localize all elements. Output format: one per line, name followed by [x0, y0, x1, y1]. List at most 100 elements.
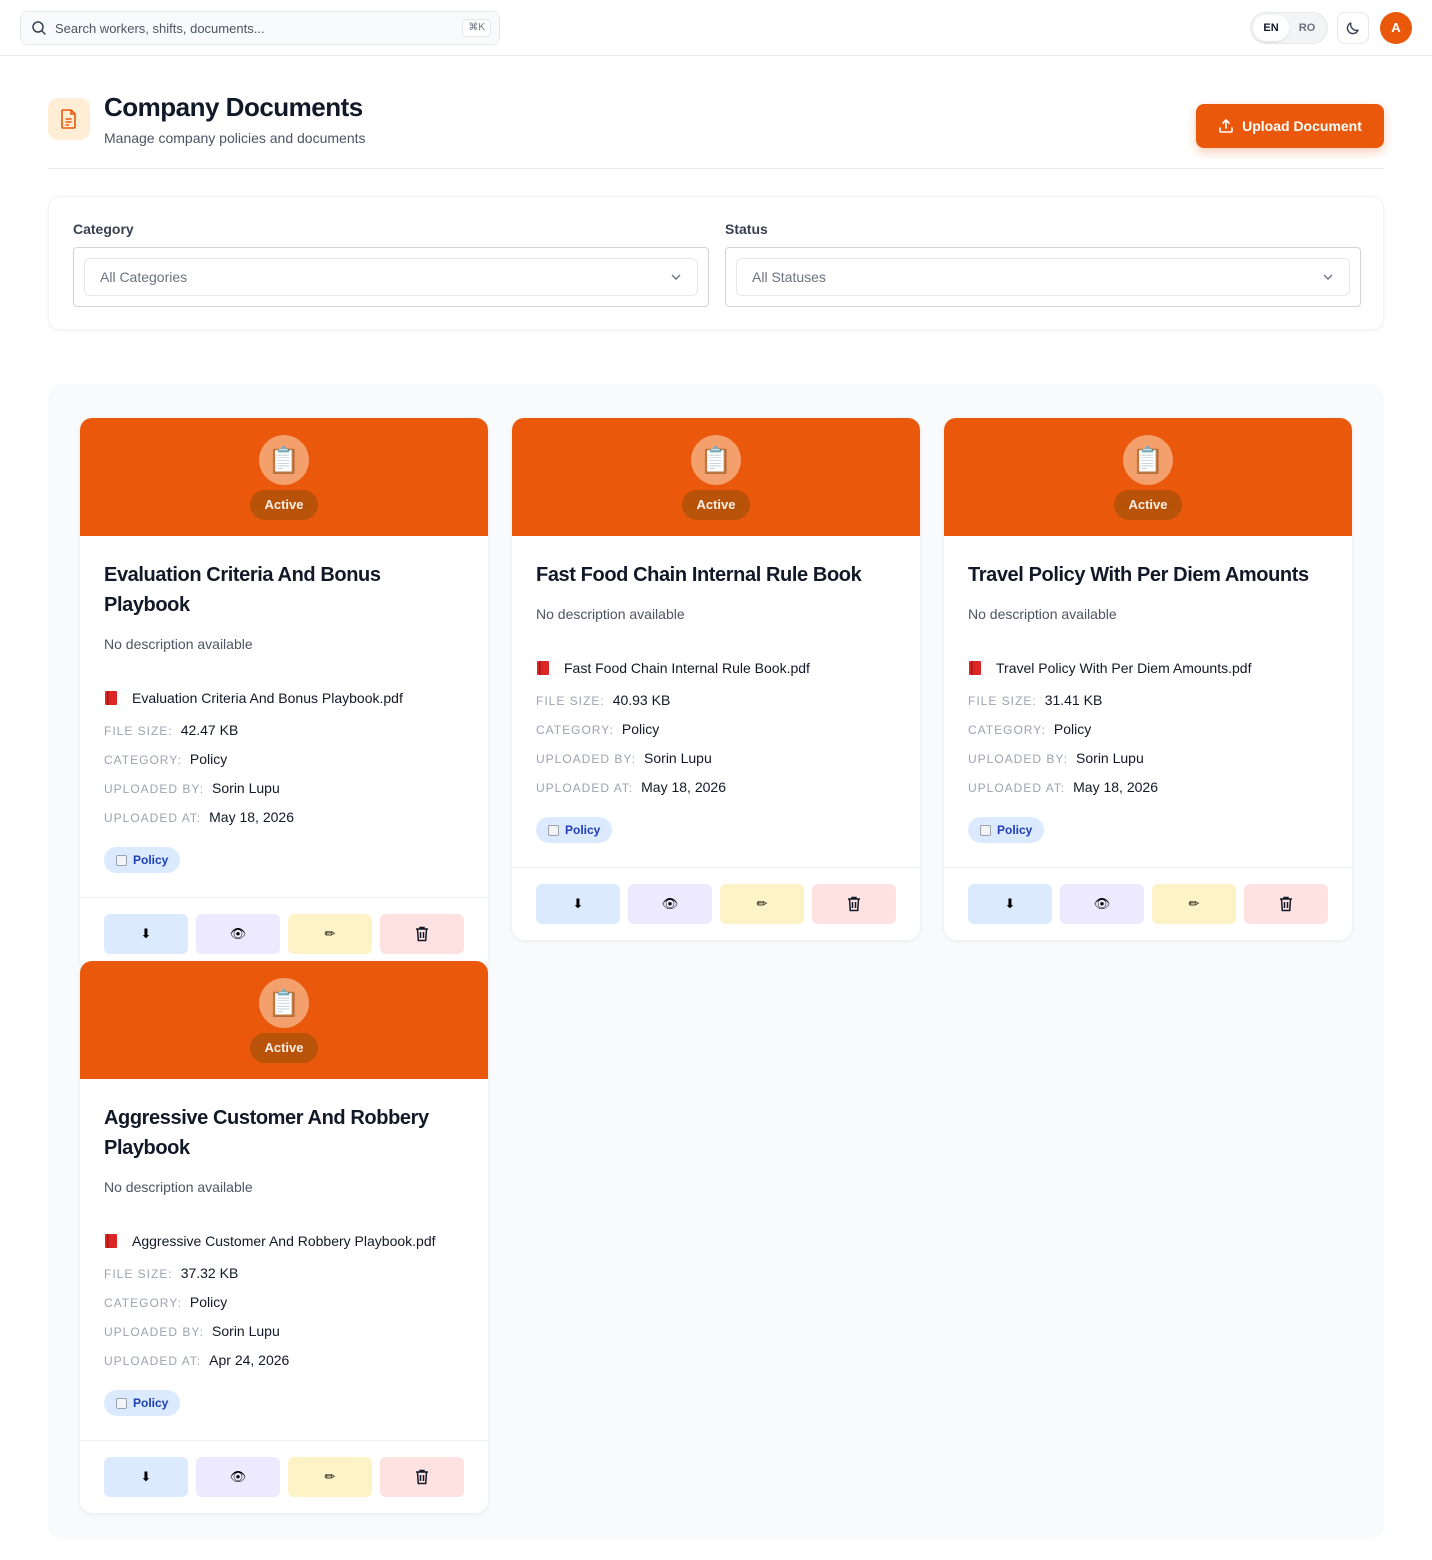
- file-size-value: 40.93 KB: [612, 692, 671, 708]
- pencil-icon: ✏: [1188, 896, 1200, 911]
- file-name-row: Travel Policy With Per Diem Amounts.pdf: [968, 660, 1328, 676]
- search-input[interactable]: [55, 20, 455, 36]
- category-select[interactable]: All Categories: [84, 258, 698, 296]
- note-icon: [116, 854, 127, 866]
- delete-button[interactable]: [380, 1457, 464, 1497]
- clipboard-icon: 📋: [691, 435, 741, 485]
- category-tag-label: Policy: [997, 823, 1033, 837]
- edit-button[interactable]: ✏: [1152, 884, 1236, 924]
- eye-icon: 👁: [229, 926, 247, 941]
- view-button[interactable]: 👁: [196, 914, 280, 954]
- header-divider: [48, 168, 1384, 169]
- status-filter-label: Status: [725, 221, 768, 237]
- category-tag-label: Policy: [565, 823, 601, 837]
- uploaded-by-value: Sorin Lupu: [1076, 750, 1144, 766]
- category-label: CATEGORY:: [104, 1296, 182, 1310]
- lang-en-option[interactable]: EN: [1253, 15, 1289, 41]
- documents-grid: 📋 Active Evaluation Criteria And Bonus P…: [48, 384, 1384, 1540]
- category-value: Policy: [189, 1294, 228, 1310]
- category-value: Policy: [621, 721, 660, 737]
- uploaded-at-label: UPLOADED AT:: [104, 1354, 202, 1368]
- download-button[interactable]: ⬇: [536, 884, 620, 924]
- file-name-row: Fast Food Chain Internal Rule Book.pdf: [536, 660, 896, 676]
- category-filter-label: Category: [73, 221, 134, 237]
- category-select-value: All Categories: [100, 269, 188, 285]
- category-value: Policy: [1053, 721, 1092, 737]
- status-select[interactable]: All Statuses: [736, 258, 1350, 296]
- card-actions: ⬇ 👁 ✏: [80, 897, 488, 970]
- book-icon: [105, 691, 117, 705]
- file-name-row: Aggressive Customer And Robbery Playbook…: [104, 1233, 464, 1249]
- download-button[interactable]: ⬇: [968, 884, 1052, 924]
- file-name: Travel Policy With Per Diem Amounts.pdf: [996, 660, 1252, 676]
- book-icon: [969, 661, 981, 675]
- theme-toggle-button[interactable]: [1337, 12, 1369, 44]
- pencil-icon: ✏: [324, 1469, 336, 1484]
- note-icon: [980, 824, 991, 836]
- delete-button[interactable]: [812, 884, 896, 924]
- category-tag: Policy: [104, 1390, 181, 1416]
- card-banner: 📋 Active: [512, 418, 920, 536]
- document-description: No description available: [104, 1179, 253, 1195]
- view-button[interactable]: 👁: [1060, 884, 1144, 924]
- clipboard-icon: 📋: [259, 978, 309, 1028]
- note-icon: [116, 1397, 127, 1409]
- status-badge: Active: [1114, 490, 1182, 520]
- card-actions: ⬇ 👁 ✏: [80, 1440, 488, 1513]
- delete-button[interactable]: [380, 914, 464, 954]
- uploaded-by-value: Sorin Lupu: [644, 750, 712, 766]
- document-description: No description available: [104, 636, 253, 652]
- document-title: Travel Policy With Per Diem Amounts: [968, 564, 1309, 586]
- language-switcher[interactable]: EN RO: [1250, 12, 1328, 44]
- clipboard-icon: 📋: [1123, 435, 1173, 485]
- search-shortcut-hint: ⌘K: [462, 19, 491, 37]
- chevron-down-icon: [1323, 274, 1333, 280]
- note-icon: [548, 824, 559, 836]
- page-title: Company Documents: [104, 92, 363, 122]
- moon-icon: [1346, 22, 1359, 35]
- lang-ro-option[interactable]: RO: [1289, 15, 1325, 41]
- view-button[interactable]: 👁: [196, 1457, 280, 1497]
- file-name-row: Evaluation Criteria And Bonus Playbook.p…: [104, 690, 464, 706]
- category-label: CATEGORY:: [104, 753, 182, 767]
- view-button[interactable]: 👁: [628, 884, 712, 924]
- pencil-icon: ✏: [756, 896, 768, 911]
- category-tag-label: Policy: [133, 1396, 169, 1410]
- user-avatar[interactable]: A: [1380, 12, 1412, 44]
- card-actions: ⬇ 👁 ✏: [512, 867, 920, 940]
- file-size-value: 42.47 KB: [180, 722, 239, 738]
- uploaded-at-label: UPLOADED AT:: [968, 781, 1066, 795]
- document-card: 📋 Active Fast Food Chain Internal Rule B…: [512, 418, 920, 940]
- top-bar: ⌘K EN RO A: [0, 0, 1432, 56]
- document-title: Aggressive Customer And Robbery Playbook: [104, 1107, 429, 1159]
- uploaded-at-value: May 18, 2026: [1073, 779, 1158, 795]
- page-subtitle: Manage company policies and documents: [104, 130, 366, 146]
- download-icon: ⬇: [572, 896, 584, 911]
- category-tag: Policy: [968, 817, 1045, 843]
- edit-button[interactable]: ✏: [288, 1457, 372, 1497]
- uploaded-by-label: UPLOADED BY:: [104, 782, 205, 796]
- edit-button[interactable]: ✏: [288, 914, 372, 954]
- category-filter-box: All Categories: [73, 247, 709, 307]
- category-tag-label: Policy: [133, 853, 169, 867]
- file-name: Fast Food Chain Internal Rule Book.pdf: [564, 660, 810, 676]
- uploaded-by-value: Sorin Lupu: [212, 780, 280, 796]
- status-filter-box: All Statuses: [725, 247, 1361, 307]
- file-size-label: FILE SIZE:: [104, 1267, 173, 1281]
- document-card: 📋 Active Evaluation Criteria And Bonus P…: [80, 418, 488, 970]
- edit-button[interactable]: ✏: [720, 884, 804, 924]
- clipboard-icon: 📋: [259, 435, 309, 485]
- category-label: CATEGORY:: [536, 723, 614, 737]
- download-button[interactable]: ⬇: [104, 914, 188, 954]
- card-actions: ⬇ 👁 ✏: [944, 867, 1352, 940]
- delete-button[interactable]: [1244, 884, 1328, 924]
- card-banner: 📋 Active: [80, 418, 488, 536]
- eye-icon: 👁: [1093, 896, 1111, 911]
- card-banner: 📋 Active: [944, 418, 1352, 536]
- document-card: 📋 Active Aggressive Customer And Robbery…: [80, 961, 488, 1513]
- global-search[interactable]: ⌘K: [20, 11, 500, 45]
- upload-document-button[interactable]: Upload Document: [1196, 104, 1384, 148]
- download-button[interactable]: ⬇: [104, 1457, 188, 1497]
- uploaded-at-label: UPLOADED AT:: [536, 781, 634, 795]
- file-size-label: FILE SIZE:: [968, 694, 1037, 708]
